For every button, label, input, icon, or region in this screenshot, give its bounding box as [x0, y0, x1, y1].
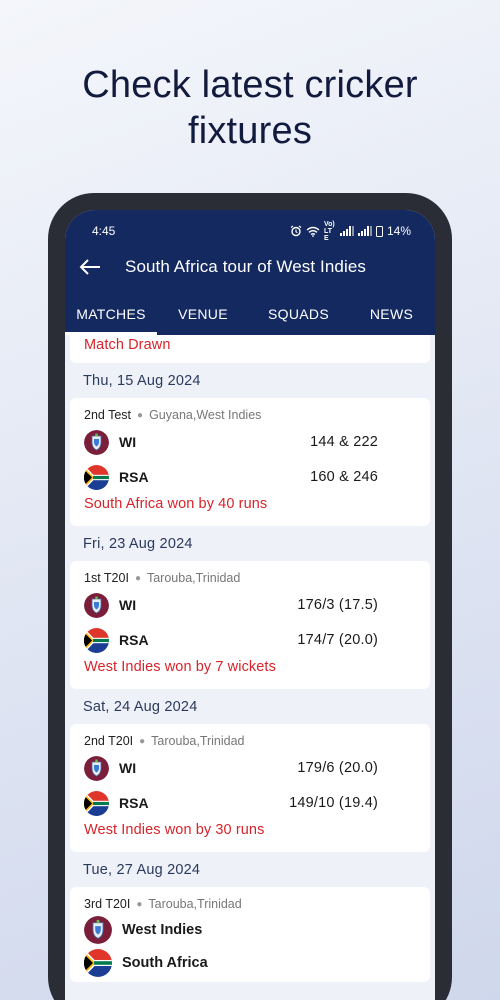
page-title: South Africa tour of West Indies	[125, 257, 367, 276]
sa-flag-icon	[84, 464, 109, 490]
toolbar: South Africa tour of West Indies	[77, 254, 425, 280]
promo-headline: Check latest cricker fixtures	[0, 62, 500, 154]
sa-flag-icon	[84, 949, 112, 977]
match-meta: 2nd Test ● Guyana,West Indies	[84, 408, 261, 422]
wi-flag-icon	[84, 916, 112, 944]
headline-line-2: fixtures	[187, 110, 313, 152]
match-meta: 1st T20I ● Tarouba,Trinidad	[84, 571, 240, 585]
separator-dot-icon: ●	[134, 572, 141, 584]
team-row: West Indies	[84, 916, 378, 944]
separator-dot-icon: ●	[136, 898, 143, 910]
wifi-icon	[306, 226, 320, 237]
match-result: South Africa won by 40 runs	[84, 496, 268, 512]
tab-news[interactable]: NEWS	[348, 293, 435, 335]
team-row: RSA 149/10 (19.4)	[84, 790, 378, 816]
status-icons: Vo) LTE 14%	[290, 221, 411, 242]
team-name: RSA	[119, 632, 149, 648]
date-header: Fri, 23 Aug 2024	[83, 535, 193, 552]
tab-squads[interactable]: SQUADS	[249, 293, 348, 335]
team-name: WI	[119, 760, 137, 776]
team-row: RSA 174/7 (20.0)	[84, 627, 378, 653]
match-card-partial[interactable]: Match Drawn	[70, 335, 430, 363]
wi-flag-icon	[84, 592, 109, 618]
match-result: West Indies won by 7 wickets	[84, 659, 276, 675]
team-row: WI 176/3 (17.5)	[84, 592, 378, 618]
date-header: Tue, 27 Aug 2024	[83, 861, 201, 878]
team-score: 149/10 (19.4)	[289, 795, 378, 811]
match-card[interactable]: 2nd T20I ● Tarouba,Trinidad WI 179/6 (20…	[70, 724, 430, 852]
match-result: Match Drawn	[84, 337, 171, 353]
match-venue: Tarouba,Trinidad	[146, 571, 241, 585]
match-venue: Guyana,West Indies	[149, 408, 262, 422]
match-venue: Tarouba,Trinidad	[151, 734, 245, 748]
match-card[interactable]: 3rd T20I ● Tarouba,Trinidad West Indies …	[70, 887, 430, 982]
match-meta: 2nd T20I ● Tarouba,Trinidad	[84, 734, 245, 748]
date-header: Thu, 15 Aug 2024	[83, 372, 201, 389]
team-score: 174/7 (20.0)	[297, 632, 378, 648]
match-card[interactable]: 1st T20I ● Tarouba,Trinidad WI 176/3 (17…	[70, 561, 430, 689]
team-row: WI 144 & 222	[84, 429, 378, 455]
status-bar: 4:45 Vo) LTE 14%	[92, 221, 411, 242]
separator-dot-icon: ●	[139, 735, 146, 747]
team-row: South Africa	[84, 949, 378, 977]
sa-flag-icon	[84, 790, 109, 816]
status-time: 4:45	[92, 224, 116, 238]
signal-icon-1	[339, 226, 354, 236]
separator-dot-icon: ●	[137, 409, 144, 421]
team-score: 176/3 (17.5)	[297, 597, 378, 613]
team-row: RSA 160 & 246	[84, 464, 378, 490]
signal-icon-2	[357, 226, 372, 236]
team-score: 179/6 (20.0)	[297, 760, 378, 776]
headline-line-1: Check latest cricker	[82, 64, 418, 106]
match-venue: Tarouba,Trinidad	[148, 897, 242, 911]
battery-level: 14%	[386, 224, 411, 238]
match-format: 1st T20I	[84, 571, 129, 585]
phone-screen: 4:45 Vo) LTE 14% South Africa tour of We…	[65, 210, 435, 1000]
match-format: 2nd T20I	[84, 734, 134, 748]
team-name: WI	[119, 434, 137, 450]
sa-flag-icon	[84, 627, 109, 653]
date-header: Sat, 24 Aug 2024	[83, 698, 198, 715]
team-score: 160 & 246	[310, 469, 378, 485]
team-name: WI	[119, 597, 137, 613]
fixtures-list: Match Drawn Thu, 15 Aug 2024 2nd Test ● …	[65, 335, 435, 1000]
team-row: WI 179/6 (20.0)	[84, 755, 378, 781]
alarm-icon	[290, 225, 302, 237]
match-format: 2nd Test	[84, 408, 132, 422]
app-bar: 4:45 Vo) LTE 14% South Africa tour of We…	[65, 210, 435, 335]
team-name: RSA	[119, 469, 149, 485]
back-button[interactable]	[77, 254, 103, 280]
team-name: South Africa	[122, 955, 208, 971]
battery-icon	[375, 225, 383, 237]
tab-venue[interactable]: VENUE	[157, 293, 249, 335]
tab-bar: MATCHES VENUE SQUADS NEWS	[65, 293, 435, 335]
team-score: 144 & 222	[310, 434, 378, 450]
tab-matches[interactable]: MATCHES	[65, 293, 157, 335]
team-name: RSA	[119, 795, 149, 811]
wi-flag-icon	[84, 755, 109, 781]
match-meta: 3rd T20I ● Tarouba,Trinidad	[84, 897, 242, 911]
match-result: West Indies won by 30 runs	[84, 822, 265, 838]
team-name: West Indies	[122, 922, 203, 938]
back-arrow-icon	[79, 259, 100, 275]
match-format: 3rd T20I	[84, 897, 131, 911]
volte-icon: Vo) LTE	[323, 220, 335, 242]
match-card[interactable]: 2nd Test ● Guyana,West Indies WI 144 & 2…	[70, 398, 430, 526]
wi-flag-icon	[84, 429, 109, 455]
